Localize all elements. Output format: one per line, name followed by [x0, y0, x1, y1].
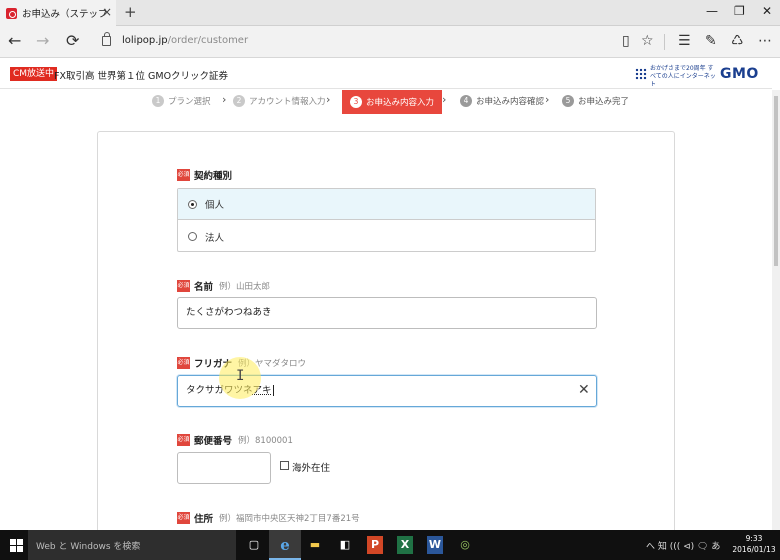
url-field[interactable]: lolipop.jp/order/customer: [122, 35, 248, 46]
toolbar-divider: [664, 34, 665, 50]
app-icon[interactable]: ◎: [457, 536, 473, 554]
step-number: 1: [152, 95, 164, 107]
restore-button[interactable]: ❐: [734, 4, 745, 18]
clear-input-icon[interactable]: ✕: [578, 382, 590, 398]
step-3: 3 お申込み内容入力: [342, 90, 443, 114]
contract-type-radio-group: 個人 法人: [177, 188, 596, 252]
store-icon[interactable]: ◧: [337, 536, 353, 554]
field-label-text: 住所: [194, 514, 214, 525]
refresh-button[interactable]: ⟳: [66, 33, 79, 49]
radio-label: 個人: [205, 200, 225, 211]
step-label: お申込み内容確認: [476, 97, 545, 107]
required-badge: 必須: [177, 357, 190, 369]
edge-browser-icon[interactable]: e: [277, 536, 293, 554]
radio-individual[interactable]: 個人: [178, 189, 595, 220]
gmo-grid-icon: [635, 68, 647, 80]
lolipop-favicon-icon: [6, 7, 17, 19]
taskbar-search-box[interactable]: Web と Windows を検索: [28, 530, 236, 560]
required-badge: 必須: [177, 280, 190, 292]
radio-button-checked[interactable]: [188, 199, 197, 209]
clock-date: 2016/01/13: [732, 545, 776, 554]
more-icon[interactable]: ⋯: [758, 33, 772, 49]
step-label: プラン選択: [168, 97, 211, 107]
word-icon[interactable]: W: [427, 536, 443, 554]
text-caret: [272, 385, 274, 396]
overseas-checkbox-label[interactable]: 海外在住: [292, 460, 330, 474]
chevron-right-icon: ›: [442, 93, 447, 106]
name-label: 必須 名前 例）山田太郎: [177, 279, 270, 293]
field-label-text: 契約種別: [194, 171, 233, 182]
radio-label: 法人: [205, 232, 225, 244]
step-5: 5 お申込み完了: [562, 94, 629, 108]
tab-title: お申込み（ステップ３）ノ: [22, 9, 106, 20]
task-view-icon[interactable]: ▢: [246, 536, 262, 554]
postal-code-input[interactable]: [177, 452, 271, 484]
windows-taskbar: Web と Windows を検索 ▢ e ▬ ◧ P X W ◎ へ 知 ((…: [0, 530, 780, 560]
system-tray-icons[interactable]: へ 知 ((( ⊲) 🗨 あ: [646, 539, 720, 552]
field-example: 例）福岡市中央区天神2丁目7番21号: [219, 514, 360, 524]
chevron-right-icon: ›: [326, 93, 331, 106]
lock-icon: [102, 32, 111, 46]
field-example: 例）8100001: [238, 436, 293, 446]
postal-code-label: 必須 郵便番号 例）8100001: [177, 433, 293, 447]
powerpoint-icon[interactable]: P: [367, 536, 383, 554]
order-steps: 1 プラン選択 › 2 アカウント情報入力 › 3 お申込み内容入力 › 4 お…: [0, 90, 772, 114]
banner-text[interactable]: FX取引高 世界第１位 GMOクリック証券: [54, 68, 228, 82]
scrollbar-thumb[interactable]: [774, 96, 778, 266]
step-4: 4 お申込み内容確認: [460, 94, 544, 108]
step-label: アカウント情報入力: [249, 97, 326, 107]
web-note-icon[interactable]: ✎: [705, 33, 717, 49]
name-input-value: たくさがわつねあき: [186, 307, 272, 318]
clock-time: 9:33: [745, 534, 763, 543]
minimize-button[interactable]: —: [706, 4, 718, 18]
close-window-button[interactable]: ✕: [762, 4, 772, 18]
gmo-tagline: おかげさまで20周年 すべての人にインターネット: [650, 65, 716, 88]
step-number: 4: [460, 95, 472, 107]
forward-button[interactable]: →: [36, 33, 49, 49]
page-scrollbar[interactable]: [772, 90, 780, 530]
hub-icon[interactable]: ☰: [678, 33, 691, 49]
url-path: /order/customer: [167, 35, 249, 46]
required-badge: 必須: [177, 512, 190, 524]
file-explorer-icon[interactable]: ▬: [307, 536, 323, 554]
name-input[interactable]: たくさがわつねあき: [177, 297, 597, 329]
required-badge: 必須: [177, 169, 190, 181]
contract-type-label: 必須 契約種別: [177, 168, 232, 182]
windows-start-icon[interactable]: [10, 539, 23, 552]
address-label: 必須 住所 例）福岡市中央区天神2丁目7番21号: [177, 511, 360, 525]
step-label: お申込み内容入力: [366, 98, 435, 108]
field-example: 例）山田太郎: [219, 282, 271, 292]
new-tab-button[interactable]: +: [124, 4, 137, 20]
step-label: お申込み完了: [578, 97, 630, 107]
url-host: lolipop.jp: [122, 35, 168, 46]
address-bar-row: ← → ⟳ lolipop.jp/order/customer ▯ ☆ ☰ ✎ …: [0, 26, 780, 58]
browser-tab[interactable]: お申込み（ステップ３）ノ ×: [0, 0, 116, 26]
back-button[interactable]: ←: [8, 33, 21, 49]
browser-tab-strip: お申込み（ステップ３）ノ × + — ❐ ✕: [0, 0, 780, 26]
radio-button[interactable]: [188, 232, 197, 241]
overseas-checkbox[interactable]: [280, 461, 289, 470]
text-cursor-icon: I: [236, 368, 245, 384]
step-1: 1 プラン選択: [152, 94, 211, 108]
chevron-right-icon: ›: [545, 93, 550, 106]
reading-view-icon[interactable]: ▯: [622, 33, 630, 49]
tab-close-icon[interactable]: ×: [102, 6, 112, 18]
taskbar-clock[interactable]: 9:33 2016/01/13: [732, 533, 776, 555]
taskbar-search-placeholder: Web と Windows を検索: [36, 542, 141, 552]
field-label-text: 名前: [194, 282, 214, 293]
favorite-star-icon[interactable]: ☆: [641, 33, 654, 49]
gmo-logo[interactable]: GMO: [720, 66, 759, 82]
field-label-text: 郵便番号: [194, 436, 233, 447]
required-badge: 必須: [177, 434, 190, 446]
cm-badge: CM放送中: [10, 67, 58, 81]
share-icon[interactable]: ♺: [731, 33, 744, 49]
radio-corporation[interactable]: 法人: [178, 221, 595, 252]
step-number: 2: [233, 95, 245, 107]
step-2: 2 アカウント情報入力: [233, 94, 326, 108]
step-number: 3: [350, 96, 362, 108]
step-number: 5: [562, 95, 574, 107]
excel-icon[interactable]: X: [397, 536, 413, 554]
chevron-right-icon: ›: [222, 93, 227, 106]
